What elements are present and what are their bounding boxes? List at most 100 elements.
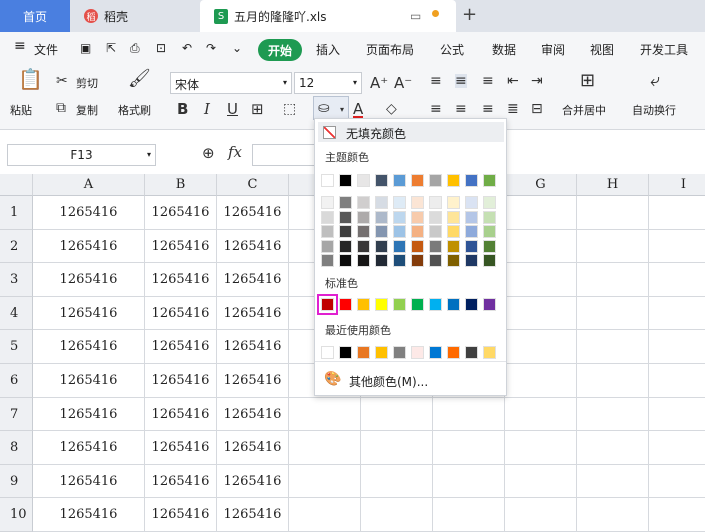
standard-color-swatch[interactable]: [483, 298, 496, 311]
row-header-5[interactable]: 5: [0, 330, 33, 364]
theme-shade-swatch[interactable]: [321, 225, 334, 238]
save-icon[interactable]: ▣: [80, 41, 91, 55]
cell[interactable]: [505, 229, 577, 264]
cell[interactable]: [649, 263, 705, 297]
recent-color-swatch[interactable]: [393, 346, 406, 359]
theme-color-swatch[interactable]: [483, 174, 496, 187]
tab-view[interactable]: 视图: [590, 41, 614, 58]
cell[interactable]: 1265416: [33, 196, 145, 230]
select-all-corner[interactable]: [0, 174, 33, 196]
menu-file[interactable]: 文件: [34, 41, 58, 58]
theme-shade-swatch[interactable]: [483, 196, 496, 209]
cell[interactable]: 1265416: [33, 464, 145, 499]
row-header-6[interactable]: 6: [0, 364, 33, 398]
recent-color-swatch[interactable]: [375, 346, 388, 359]
cell[interactable]: 1265416: [217, 296, 289, 331]
outdent-icon[interactable]: ⇤: [507, 74, 519, 88]
column-header-a[interactable]: A: [33, 174, 145, 196]
undo-icon[interactable]: ↶: [182, 41, 192, 55]
cell[interactable]: [505, 263, 577, 297]
align-middle-icon[interactable]: ≡: [455, 74, 467, 88]
cell-style-icon[interactable]: ⬚: [283, 102, 296, 116]
column-header-i[interactable]: I: [649, 174, 705, 196]
tab-start[interactable]: 开始: [258, 39, 302, 61]
theme-shade-swatch[interactable]: [357, 239, 370, 253]
cell[interactable]: [649, 196, 705, 230]
format-painter-button[interactable]: 格式刷: [118, 102, 151, 118]
monitor-icon[interactable]: ▭: [410, 9, 421, 23]
cell[interactable]: 1265416: [145, 464, 217, 499]
cell[interactable]: [433, 498, 505, 532]
theme-shade-swatch[interactable]: [465, 196, 478, 209]
theme-shade-swatch[interactable]: [465, 210, 478, 224]
font-color-icon[interactable]: A: [353, 102, 364, 118]
theme-shade-swatch[interactable]: [465, 225, 478, 238]
cell[interactable]: [649, 297, 705, 331]
recent-color-swatch[interactable]: [429, 346, 442, 359]
column-header-h[interactable]: H: [577, 174, 649, 196]
standard-color-swatch[interactable]: [447, 298, 460, 311]
standard-color-swatch[interactable]: [375, 298, 388, 311]
theme-color-swatch[interactable]: [321, 174, 334, 187]
theme-shade-swatch[interactable]: [411, 254, 424, 267]
theme-color-swatch[interactable]: [375, 174, 388, 187]
standard-color-swatch[interactable]: [339, 298, 352, 311]
theme-shade-swatch[interactable]: [339, 210, 352, 224]
cell[interactable]: [649, 230, 705, 264]
cell[interactable]: [649, 465, 705, 499]
theme-shade-swatch[interactable]: [357, 210, 370, 224]
theme-shade-swatch[interactable]: [393, 239, 406, 253]
cell[interactable]: [505, 397, 577, 432]
cell[interactable]: 1265416: [217, 498, 289, 532]
cell[interactable]: 1265416: [145, 330, 217, 364]
theme-shade-swatch[interactable]: [393, 210, 406, 224]
theme-shade-swatch[interactable]: [447, 225, 460, 238]
theme-shade-swatch[interactable]: [375, 254, 388, 267]
standard-color-swatch[interactable]: [465, 298, 478, 311]
cell[interactable]: 1265416: [33, 263, 145, 297]
hamburger-icon[interactable]: ≡: [14, 38, 26, 54]
theme-color-swatch[interactable]: [447, 174, 460, 187]
tab-insert[interactable]: 插入: [316, 41, 340, 58]
more-colors-option[interactable]: 🎨 其他颜色(M)...: [318, 369, 504, 391]
theme-color-swatch[interactable]: [393, 174, 406, 187]
cell[interactable]: [577, 196, 649, 230]
border-icon[interactable]: ⊞: [251, 102, 264, 117]
cell[interactable]: 1265416: [33, 431, 145, 465]
theme-shade-swatch[interactable]: [375, 210, 388, 224]
cell[interactable]: [649, 364, 705, 398]
cell[interactable]: [361, 464, 433, 499]
tab-data[interactable]: 数据: [492, 41, 516, 58]
export-icon[interactable]: ⇱: [106, 41, 116, 55]
cell[interactable]: [433, 397, 505, 432]
theme-shade-swatch[interactable]: [393, 254, 406, 267]
theme-color-swatch[interactable]: [357, 174, 370, 187]
cell[interactable]: [361, 498, 433, 532]
standard-color-swatch[interactable]: [429, 298, 442, 311]
tab-page-layout[interactable]: 页面布局: [366, 41, 414, 58]
cell[interactable]: [289, 464, 361, 499]
theme-shade-swatch[interactable]: [411, 225, 424, 238]
row-header-7[interactable]: 7: [0, 397, 33, 432]
theme-shade-swatch[interactable]: [375, 239, 388, 253]
tab-daoke[interactable]: 稻 稻壳: [72, 0, 198, 32]
cell[interactable]: [433, 464, 505, 499]
paste-icon[interactable]: 📋: [18, 69, 43, 89]
cell[interactable]: [649, 498, 705, 532]
theme-shade-swatch[interactable]: [429, 196, 442, 209]
selected-color-swatch[interactable]: [317, 294, 338, 315]
cell[interactable]: 1265416: [145, 263, 217, 297]
theme-shade-swatch[interactable]: [357, 196, 370, 209]
cell[interactable]: [577, 397, 649, 432]
recent-color-swatch[interactable]: [465, 346, 478, 359]
name-box[interactable]: F13 ▾: [7, 144, 156, 166]
indent-icon[interactable]: ⇥: [531, 74, 543, 88]
cell[interactable]: 1265416: [145, 498, 217, 532]
cell[interactable]: [577, 263, 649, 297]
cell[interactable]: 1265416: [145, 196, 217, 230]
recent-color-swatch[interactable]: [321, 346, 334, 359]
row-header-4[interactable]: 4: [0, 296, 33, 331]
merge-center-icon[interactable]: ⊞: [580, 72, 595, 90]
theme-shade-swatch[interactable]: [447, 196, 460, 209]
theme-shade-swatch[interactable]: [357, 254, 370, 267]
